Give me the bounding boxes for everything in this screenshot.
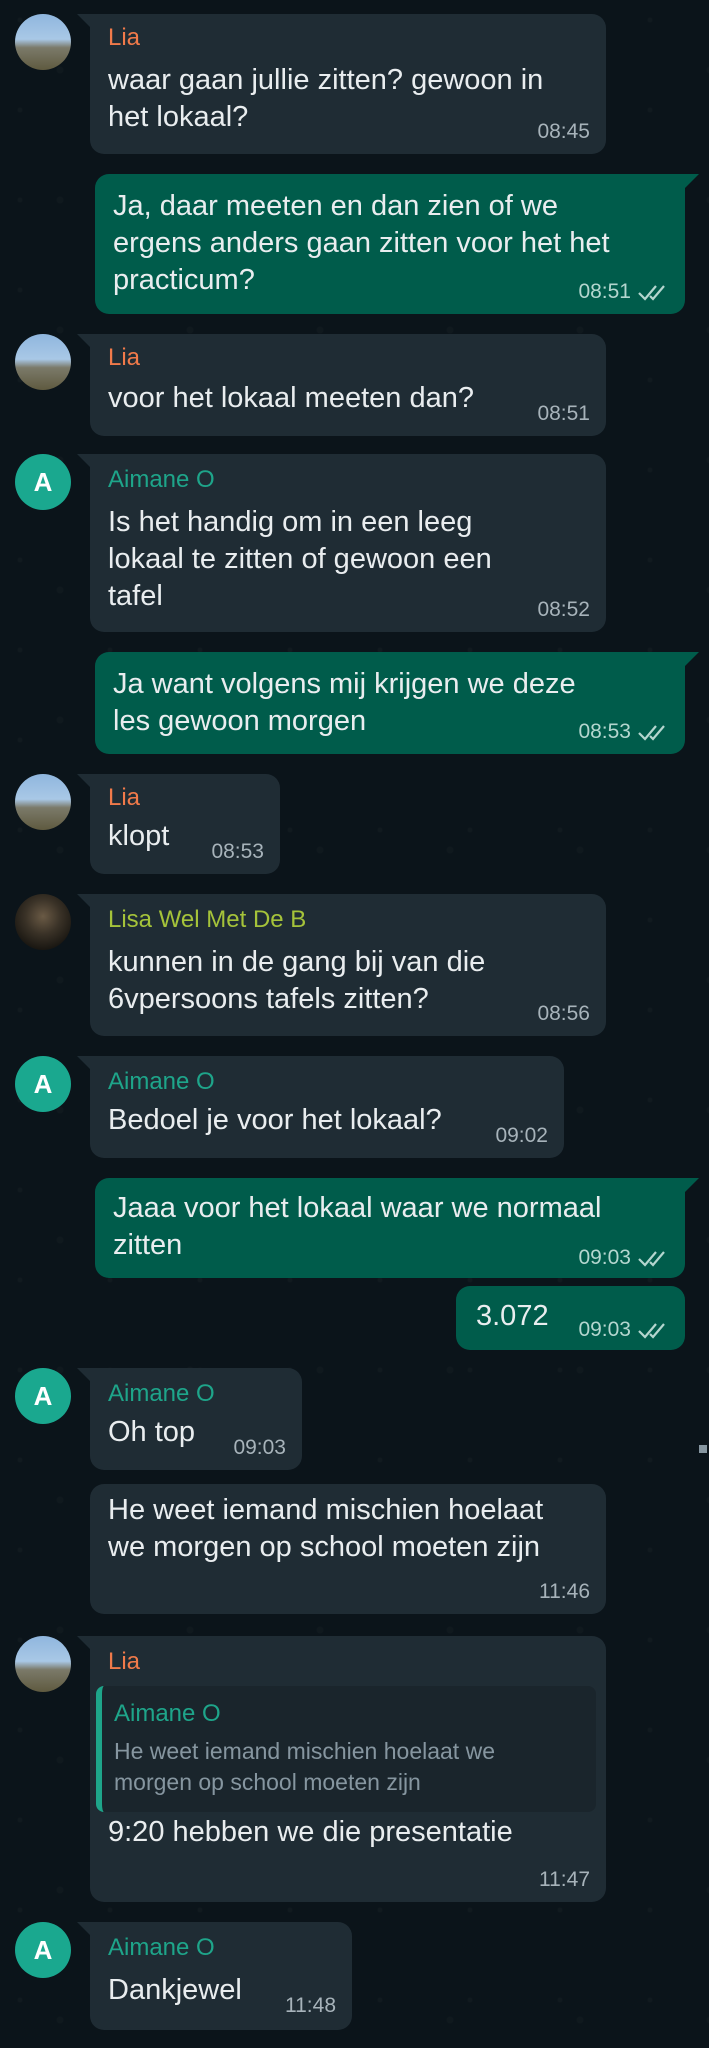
- bubble-tail: [77, 774, 91, 788]
- avatar-letter: A: [33, 1068, 53, 1099]
- aimane-avatar[interactable]: A: [15, 1368, 71, 1424]
- message-bubble[interactable]: Lisa Wel Met De B kunnen in de gang bij …: [90, 894, 606, 1036]
- message-time: 08:45: [537, 120, 590, 143]
- double-check-icon: [638, 1323, 665, 1339]
- message-time: 11:48: [285, 1994, 336, 2017]
- sender-name[interactable]: Aimane O: [108, 1068, 215, 1096]
- sender-name[interactable]: Aimane O: [108, 1934, 215, 1962]
- message-text: Dankjewel: [108, 1974, 242, 2006]
- message-time: 11:46: [539, 1580, 590, 1603]
- message-text: waar gaan jullie zitten? gewoon in het l…: [108, 64, 544, 133]
- sender-name[interactable]: Aimane O: [108, 466, 215, 494]
- double-check-icon: [638, 285, 665, 301]
- avatar-letter: A: [33, 1934, 53, 1965]
- lia-avatar[interactable]: [15, 774, 71, 830]
- sender-name[interactable]: Lia: [108, 784, 140, 812]
- message-text: klopt: [108, 820, 170, 852]
- scroll-indicator[interactable]: [699, 1445, 707, 1453]
- sender-name[interactable]: Aimane O: [108, 1380, 215, 1408]
- message-bubble[interactable]: Ja want volgens mij krijgen we deze les …: [95, 652, 685, 754]
- quote-author: Aimane O: [114, 1700, 221, 1727]
- lia-avatar[interactable]: [15, 14, 71, 70]
- message-bubble[interactable]: Lia voor het lokaal meeten dan? 08:51: [90, 334, 606, 436]
- bubble-tail: [685, 652, 699, 666]
- message-time: 11:47: [539, 1868, 590, 1891]
- message-text: Oh top: [108, 1416, 196, 1448]
- message-bubble[interactable]: Jaaa voor het lokaal waar we normaal zit…: [95, 1178, 685, 1278]
- quoted-message[interactable]: Aimane O He weet iemand mischien hoelaat…: [96, 1686, 596, 1812]
- message-text: Jaaa voor het lokaal waar we normaal zit…: [113, 1192, 602, 1261]
- aimane-avatar[interactable]: A: [15, 1922, 71, 1978]
- aimane-avatar[interactable]: A: [15, 454, 71, 510]
- bubble-tail: [685, 1178, 699, 1192]
- message-time: 08:53: [211, 840, 264, 863]
- double-check-icon: [638, 725, 665, 741]
- message-bubble[interactable]: Ja, daar meeten en dan zien of we ergens…: [95, 174, 685, 314]
- message-text: 9:20 hebben we die presentatie: [108, 1816, 513, 1848]
- message-time: 08:53: [578, 720, 631, 743]
- message-time: 09:02: [495, 1124, 548, 1147]
- lia-avatar[interactable]: [15, 1636, 71, 1692]
- sender-name[interactable]: Lia: [108, 1648, 140, 1676]
- message-text: Ja, daar meeten en dan zien of we ergens…: [113, 190, 610, 296]
- message-text: He weet iemand mischien hoelaat we morge…: [108, 1494, 544, 1563]
- message-text: 3.072: [476, 1300, 549, 1332]
- message-text: Is het handig om in een leeg lokaal te z…: [108, 506, 492, 612]
- bubble-tail: [77, 14, 91, 28]
- bubble-tail: [77, 1368, 91, 1382]
- message-bubble[interactable]: Aimane O Bedoel je voor het lokaal? 09:0…: [90, 1056, 564, 1158]
- avatar-letter: A: [33, 1380, 53, 1411]
- message-time: 09:03: [578, 1246, 631, 1269]
- bubble-tail: [77, 1056, 91, 1070]
- bubble-tail: [77, 334, 91, 348]
- aimane-avatar[interactable]: A: [15, 1056, 71, 1112]
- bubble-tail: [77, 894, 91, 908]
- message-bubble[interactable]: Lia waar gaan jullie zitten? gewoon in h…: [90, 14, 606, 154]
- lia-avatar[interactable]: [15, 334, 71, 390]
- message-time: 08:51: [537, 402, 590, 425]
- sender-name[interactable]: Lisa Wel Met De B: [108, 906, 306, 934]
- avatar-letter: A: [33, 466, 53, 497]
- message-bubble[interactable]: Lia klopt 08:53: [90, 774, 280, 874]
- sender-name[interactable]: Lia: [108, 344, 140, 372]
- message-bubble[interactable]: 3.072 09:03: [456, 1286, 685, 1350]
- double-check-icon: [638, 1251, 665, 1267]
- message-text: voor het lokaal meeten dan?: [108, 382, 474, 414]
- bubble-tail: [77, 454, 91, 468]
- message-bubble[interactable]: Lia Aimane O He weet iemand mischien hoe…: [90, 1636, 606, 1902]
- sender-name[interactable]: Lia: [108, 24, 140, 52]
- message-bubble[interactable]: Aimane O Oh top 09:03: [90, 1368, 302, 1470]
- message-bubble[interactable]: Aimane O Is het handig om in een leeg lo…: [90, 454, 606, 632]
- lisa-avatar[interactable]: [15, 894, 71, 950]
- message-time: 09:03: [578, 1318, 631, 1341]
- message-bubble[interactable]: He weet iemand mischien hoelaat we morge…: [90, 1484, 606, 1614]
- message-time: 08:51: [578, 280, 631, 303]
- bubble-tail: [77, 1636, 91, 1650]
- message-time: 08:56: [537, 1002, 590, 1025]
- bubble-tail: [685, 174, 699, 188]
- message-text: kunnen in de gang bij van die 6vpersoons…: [108, 946, 486, 1015]
- message-text: Ja want volgens mij krijgen we deze les …: [113, 668, 576, 737]
- message-bubble[interactable]: Aimane O Dankjewel 11:48: [90, 1922, 352, 2030]
- quote-text: He weet iemand mischien hoelaat we morge…: [114, 1738, 495, 1795]
- message-time: 09:03: [233, 1436, 286, 1459]
- message-time: 08:52: [537, 598, 590, 621]
- bubble-tail: [77, 1922, 91, 1936]
- message-text: Bedoel je voor het lokaal?: [108, 1104, 442, 1136]
